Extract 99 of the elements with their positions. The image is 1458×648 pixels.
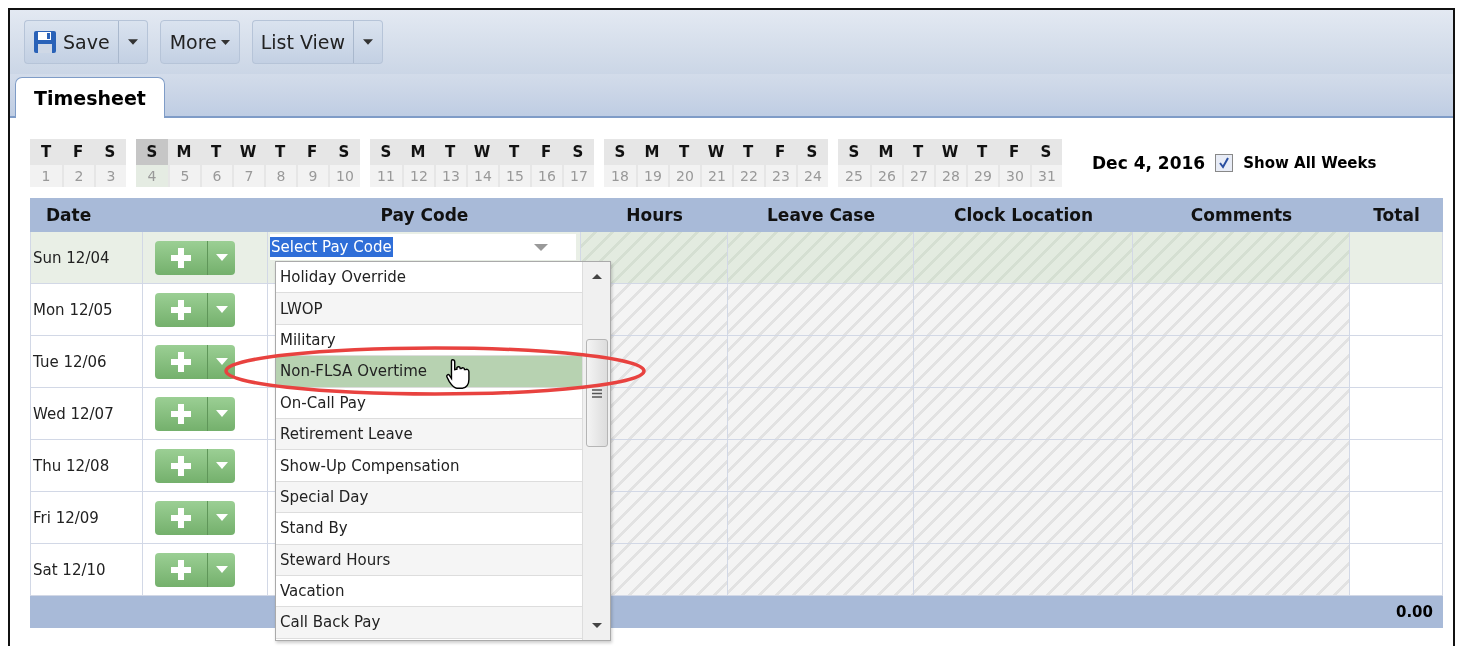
add-entry-button[interactable] xyxy=(155,552,235,587)
menu-button[interactable]: More xyxy=(159,20,240,64)
caret-icon xyxy=(215,306,228,313)
day-letter[interactable]: S xyxy=(94,139,126,165)
day-letter[interactable]: M xyxy=(870,139,902,165)
date-cell[interactable]: Sun 12/04 xyxy=(30,232,143,283)
date-cell[interactable]: Fri 12/09 xyxy=(30,492,143,543)
day-letter[interactable]: M xyxy=(636,139,668,165)
day-letter[interactable]: S xyxy=(562,139,594,165)
day-letter[interactable]: W xyxy=(700,139,732,165)
day-letter[interactable]: F xyxy=(62,139,94,165)
day-letter[interactable]: T xyxy=(200,139,232,165)
scrollbar[interactable] xyxy=(582,262,610,640)
day-letter[interactable]: F xyxy=(998,139,1030,165)
day-letter[interactable]: S xyxy=(604,139,636,165)
dropdown-option[interactable]: Holiday Override xyxy=(276,262,582,294)
scroll-up-icon xyxy=(591,274,602,279)
caret-icon xyxy=(215,514,228,521)
date-cell[interactable]: Mon 12/05 xyxy=(30,284,143,335)
plus-icon xyxy=(171,403,191,424)
day-letter[interactable]: W xyxy=(232,139,264,165)
current-date: Dec 4, 2016 xyxy=(1092,153,1206,173)
dropdown-option[interactable]: Special Day xyxy=(276,481,582,514)
date-cell[interactable]: Wed 12/07 xyxy=(30,388,143,439)
checkmark-icon xyxy=(1218,157,1231,169)
day-letter[interactable]: S xyxy=(796,139,828,165)
day-letter[interactable]: W xyxy=(934,139,966,165)
dropdown-option[interactable]: Show-Up Compensation xyxy=(276,450,582,482)
day-letter[interactable]: T xyxy=(732,139,764,165)
column-header: Date xyxy=(45,204,93,227)
caret-icon xyxy=(215,254,228,261)
date-cell[interactable]: Tue 12/06 xyxy=(30,336,143,387)
hand-cursor-icon xyxy=(446,358,470,390)
day-letter[interactable]: T xyxy=(966,139,998,165)
caret-icon xyxy=(127,39,138,45)
save-icon xyxy=(33,30,57,54)
dropdown-option[interactable]: Steward Hours xyxy=(276,544,582,576)
day-letter[interactable]: T xyxy=(264,139,296,165)
add-entry-button[interactable] xyxy=(155,344,235,379)
day-letter[interactable]: F xyxy=(530,139,562,165)
column-header: Pay Code xyxy=(379,204,470,227)
grip-icon xyxy=(591,388,602,398)
dropdown-option[interactable]: Non-FLSA Overtime xyxy=(276,356,582,388)
dropdown-arrow-button[interactable] xyxy=(118,20,148,64)
caret-icon xyxy=(215,358,228,365)
dropdown-option[interactable]: Vacation xyxy=(276,575,582,608)
caret-icon xyxy=(363,39,374,45)
column-header: Comments xyxy=(1189,204,1294,227)
day-letter[interactable]: T xyxy=(902,139,934,165)
column-header: Hours xyxy=(625,204,684,227)
day-letter[interactable]: S xyxy=(370,139,402,165)
column-header: Total xyxy=(1372,204,1421,227)
day-letter[interactable]: S xyxy=(328,139,360,165)
caret-icon xyxy=(215,462,228,469)
dropdown-arrow-button[interactable] xyxy=(354,20,384,64)
add-entry-button[interactable] xyxy=(155,240,235,275)
toolbar-button[interactable]: Save xyxy=(24,20,119,64)
column-header: Clock Location xyxy=(952,204,1095,227)
dropdown-option[interactable]: Call Back Pay xyxy=(276,607,582,639)
plus-icon xyxy=(171,455,191,476)
add-entry-button[interactable] xyxy=(155,292,235,327)
plus-icon xyxy=(171,559,191,580)
checkbox-label: Show All Weeks xyxy=(1243,154,1377,172)
column-header: Leave Case xyxy=(766,204,876,227)
tab[interactable]: Timesheet xyxy=(15,77,165,118)
pay-code-field[interactable]: Select Pay Code xyxy=(270,234,576,260)
dropdown-option[interactable]: Retirement Leave xyxy=(276,418,582,451)
day-letter[interactable]: S xyxy=(136,139,168,165)
date-cell[interactable]: Thu 12/08 xyxy=(30,440,143,491)
plus-icon xyxy=(171,247,191,268)
date-cell[interactable]: Sat 12/10 xyxy=(30,544,143,595)
caret-icon xyxy=(215,566,228,573)
toolbar-button[interactable]: List View xyxy=(251,20,355,64)
day-letter[interactable]: T xyxy=(668,139,700,165)
dropdown-option[interactable]: LWOP xyxy=(276,293,582,325)
day-letter[interactable]: S xyxy=(838,139,870,165)
plus-icon xyxy=(171,299,191,320)
scrollbar-thumb[interactable] xyxy=(585,339,608,447)
day-letter[interactable]: M xyxy=(402,139,434,165)
dropdown-option[interactable]: Stand By xyxy=(276,513,582,545)
caret-icon xyxy=(215,410,228,417)
day-letter[interactable]: T xyxy=(434,139,466,165)
day-letter[interactable]: W xyxy=(466,139,498,165)
add-entry-button[interactable] xyxy=(155,396,235,431)
checkbox[interactable] xyxy=(1215,154,1234,172)
total-value: 0.00 xyxy=(1396,603,1433,621)
caret-icon xyxy=(220,39,230,45)
caret-icon xyxy=(534,243,548,251)
day-letter[interactable]: F xyxy=(764,139,796,165)
scroll-down-icon xyxy=(591,623,602,628)
day-letter[interactable]: T xyxy=(30,139,62,165)
day-letter[interactable]: T xyxy=(498,139,530,165)
add-entry-button[interactable] xyxy=(155,500,235,535)
plus-icon xyxy=(171,507,191,528)
add-entry-button[interactable] xyxy=(155,448,235,483)
day-letter[interactable]: F xyxy=(296,139,328,165)
day-letter[interactable]: S xyxy=(1030,139,1062,165)
day-letter[interactable]: M xyxy=(168,139,200,165)
plus-icon xyxy=(171,351,191,372)
